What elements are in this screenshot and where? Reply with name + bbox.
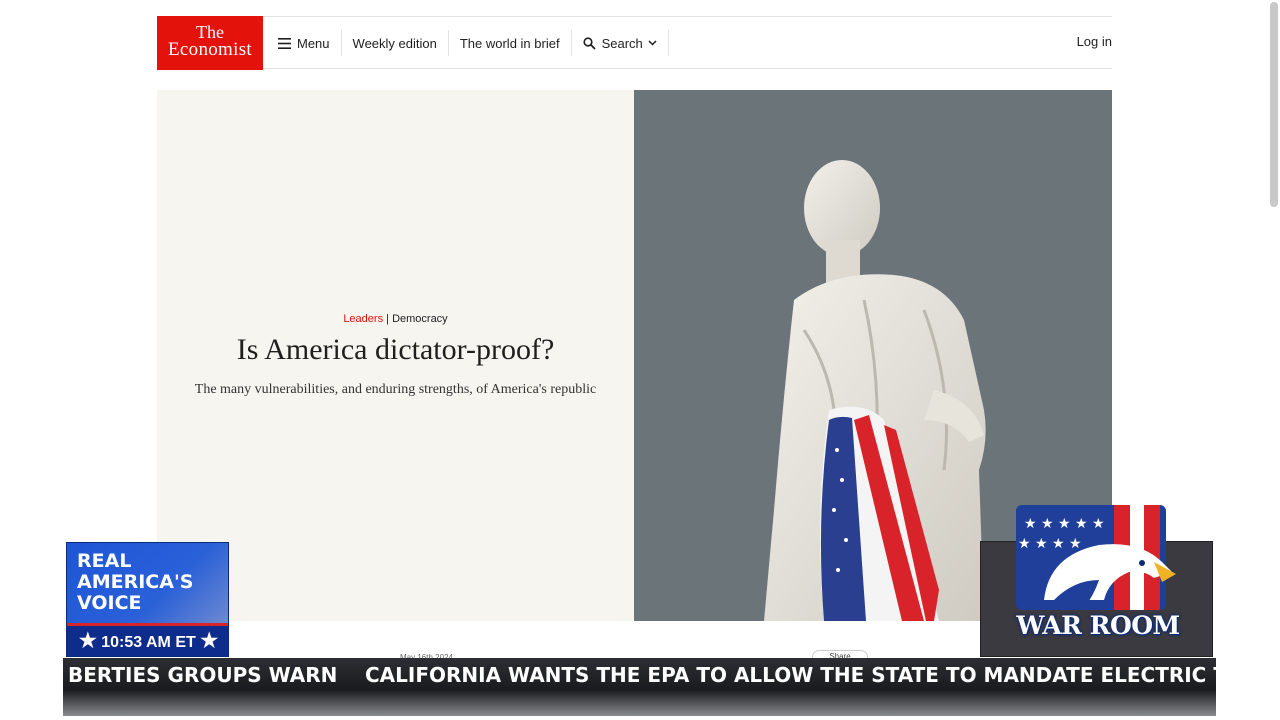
rav-logo: REAL AMERICA'S VOICE <box>77 551 193 614</box>
search-icon <box>582 36 596 50</box>
menu-label: Menu <box>297 35 330 51</box>
nav-world-in-brief[interactable]: The world in brief <box>449 30 572 56</box>
logo-line-2: Economist <box>168 39 252 60</box>
search-button[interactable]: Search <box>572 30 669 56</box>
topic-label: Democracy <box>392 313 448 325</box>
rav-logo-line-2: AMERICA'S <box>77 571 194 593</box>
site-header: The Economist Menu Weekly edition The wo… <box>157 16 1112 70</box>
broadcast-clock: ★ 10:53 AM ET ★ <box>67 623 228 656</box>
nav-weekly-edition[interactable]: Weekly edition <box>342 30 449 56</box>
ticker-lower-band <box>63 690 1216 716</box>
ticker-headline-1: BERTIES GROUPS WARN <box>68 663 338 687</box>
page-scrollbar[interactable] <box>1270 2 1278 207</box>
rav-logo-box: REAL AMERICA'S VOICE ★ 10:53 AM ET ★ <box>66 542 229 657</box>
svg-text:★ ★ ★ ★: ★ ★ ★ ★ <box>1018 536 1082 552</box>
search-label: Search <box>601 35 643 51</box>
chevron-down-icon <box>648 40 657 46</box>
hamburger-icon <box>278 37 291 49</box>
ticker-headline-2: CALIFORNIA WANTS THE EPA TO ALLOW THE ST… <box>365 663 1216 687</box>
rav-logo-line-1: REAL <box>77 550 132 572</box>
weekly-edition-label: Weekly edition <box>352 35 437 51</box>
war-room-label: WAR ROOM <box>1016 611 1180 640</box>
economist-logo[interactable]: The Economist <box>157 16 263 70</box>
main-nav: Menu Weekly edition The world in brief S… <box>267 26 669 60</box>
rav-logo-line-3: VOICE <box>77 592 142 614</box>
article-kicker: Leaders | Democracy <box>157 313 634 325</box>
star-icon: ★ <box>78 630 97 652</box>
news-ticker: BERTIES GROUPS WARN CALIFORNIA WANTS THE… <box>63 658 1216 716</box>
article-subheadline: The many vulnerabilities, and enduring s… <box>194 382 597 397</box>
broadcast-time: 10:53 AM ET <box>101 634 196 651</box>
login-link[interactable]: Log in <box>1077 34 1112 49</box>
svg-text:★ ★ ★ ★ ★: ★ ★ ★ ★ ★ <box>1024 516 1105 532</box>
star-icon: ★ <box>200 630 219 652</box>
menu-button[interactable]: Menu <box>267 30 342 56</box>
article-headline: Is America dictator-proof? <box>236 333 555 366</box>
section-link[interactable]: Leaders <box>343 313 383 325</box>
world-in-brief-label: The world in brief <box>459 35 560 51</box>
kicker-separator: | <box>386 313 389 325</box>
screen: The Economist Menu Weekly edition The wo… <box>0 0 1280 720</box>
